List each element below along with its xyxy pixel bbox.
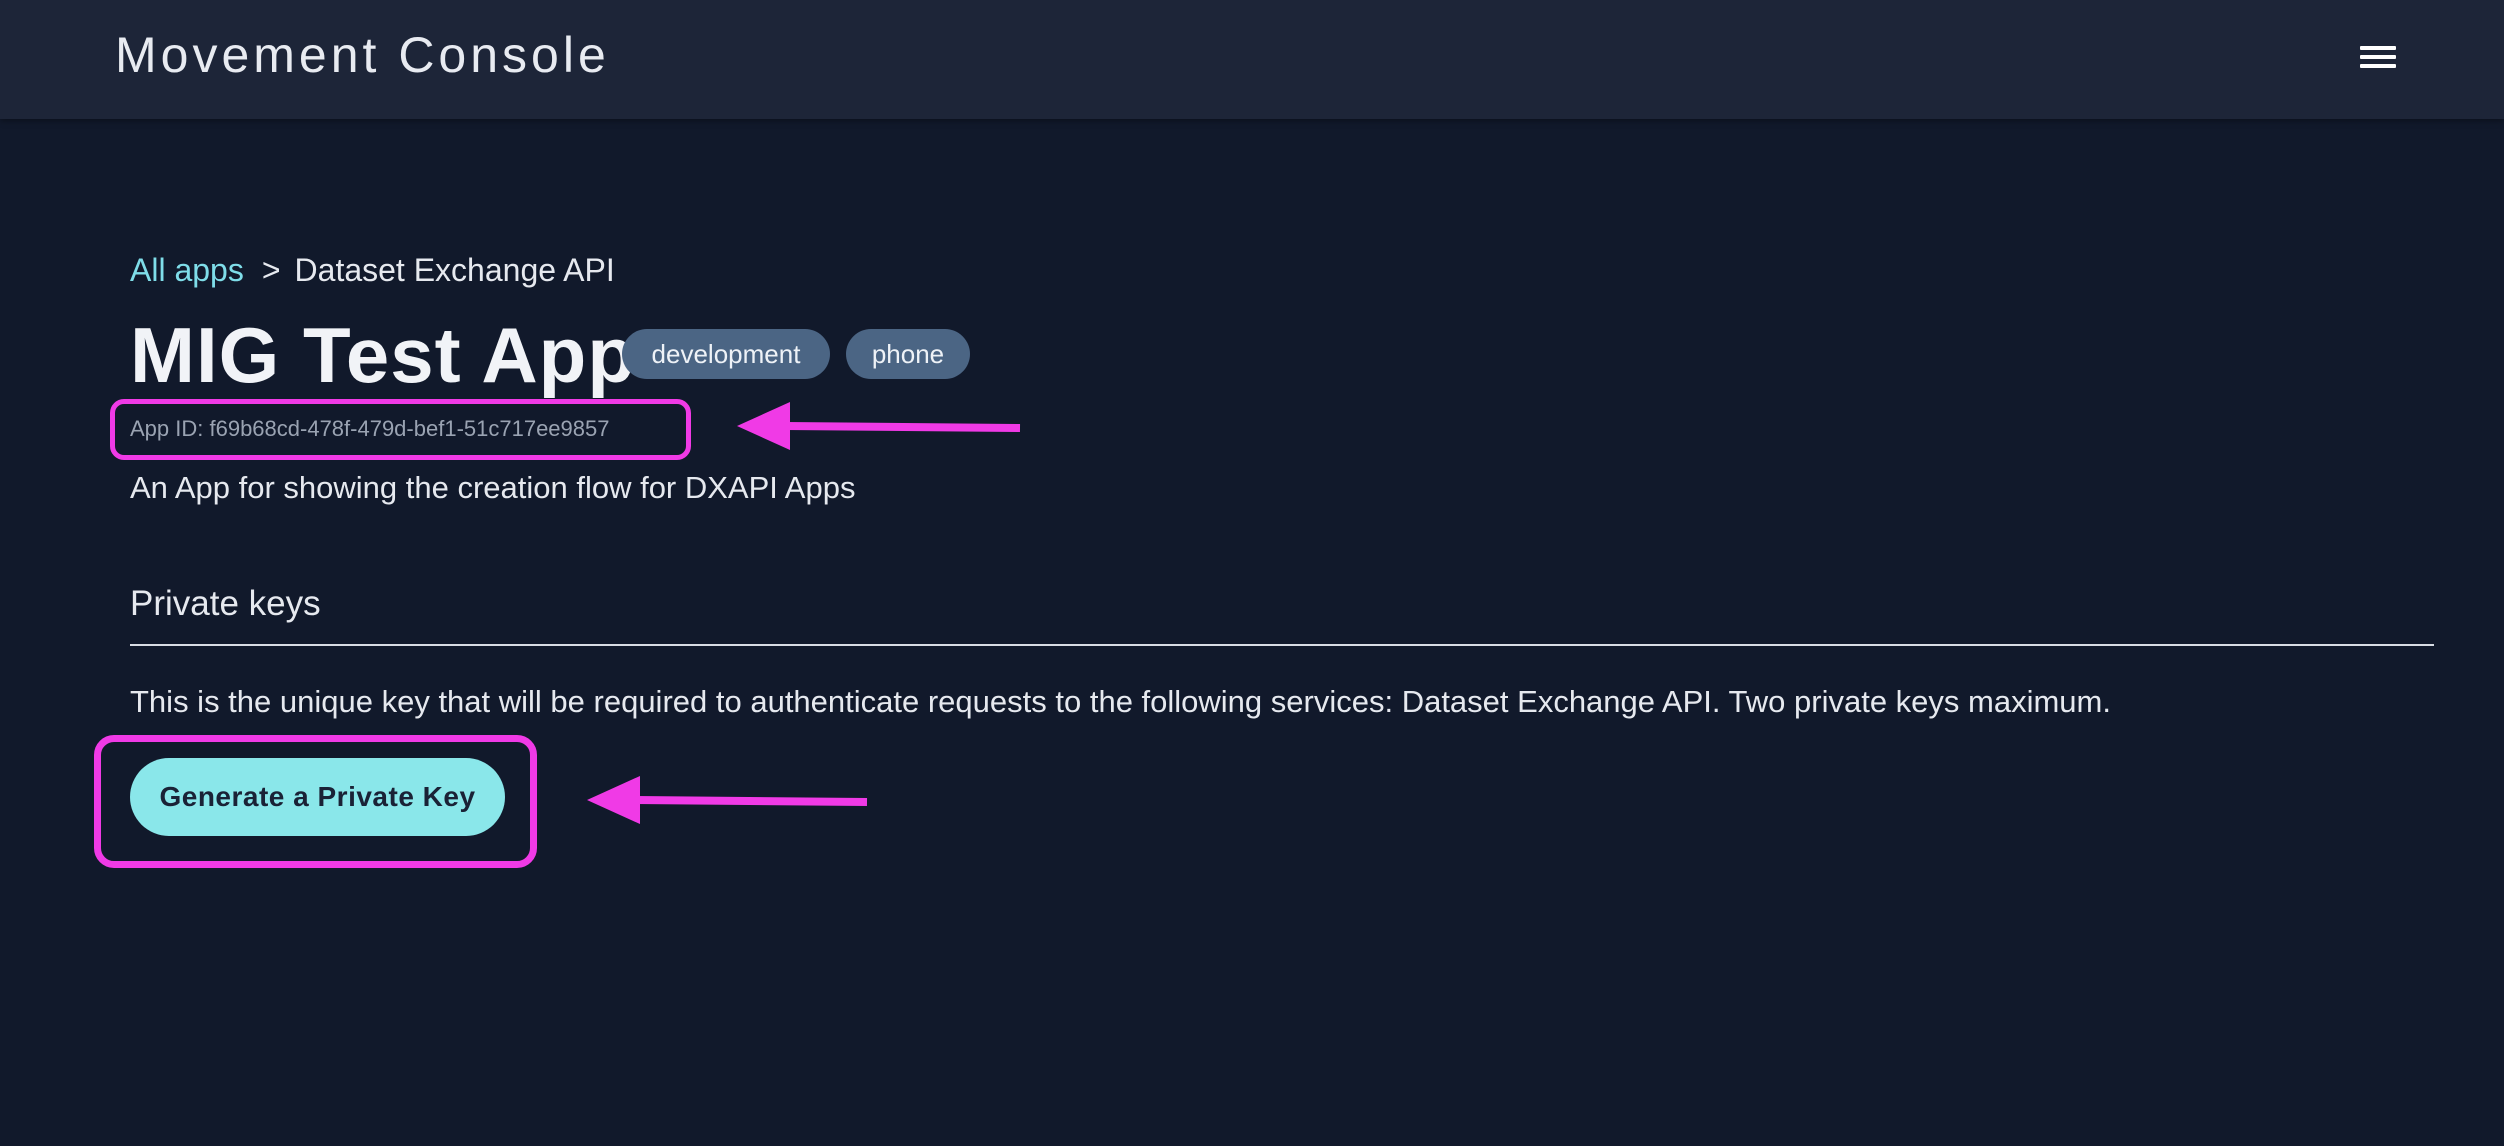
private-keys-heading: Private keys [130, 584, 321, 623]
arrow-shaft [634, 796, 868, 806]
platform-badge: phone [846, 329, 970, 379]
hamburger-menu-icon[interactable] [2358, 40, 2400, 74]
app-brand-title[interactable]: Movement Console [115, 26, 610, 84]
environment-badge: development [622, 329, 830, 379]
section-divider [130, 644, 2434, 646]
menu-line [2360, 64, 2396, 68]
breadcrumb-link-all-apps[interactable]: All apps [130, 252, 244, 288]
arrow-head [737, 402, 790, 450]
breadcrumb: All apps > Dataset Exchange API [130, 252, 615, 289]
page-title: MIG Test App [130, 311, 636, 399]
app-id-text: App ID: f69b68cd-478f-479d-bef1-51c717ee… [130, 416, 610, 441]
annotation-arrow-icon [737, 402, 1021, 450]
private-keys-description: This is the unique key that will be requ… [130, 684, 2111, 719]
menu-line [2360, 55, 2396, 59]
arrow-shaft [784, 422, 1021, 432]
top-navigation-bar: Movement Console [0, 0, 2504, 119]
breadcrumb-separator: > [261, 252, 281, 288]
menu-line [2360, 46, 2396, 50]
arrow-head [587, 776, 640, 824]
generate-private-key-button[interactable]: Generate a Private Key [130, 758, 505, 836]
app-description: An App for showing the creation flow for… [130, 470, 856, 505]
annotation-arrow-icon [587, 776, 868, 824]
breadcrumb-current-page: Dataset Exchange API [294, 252, 615, 288]
